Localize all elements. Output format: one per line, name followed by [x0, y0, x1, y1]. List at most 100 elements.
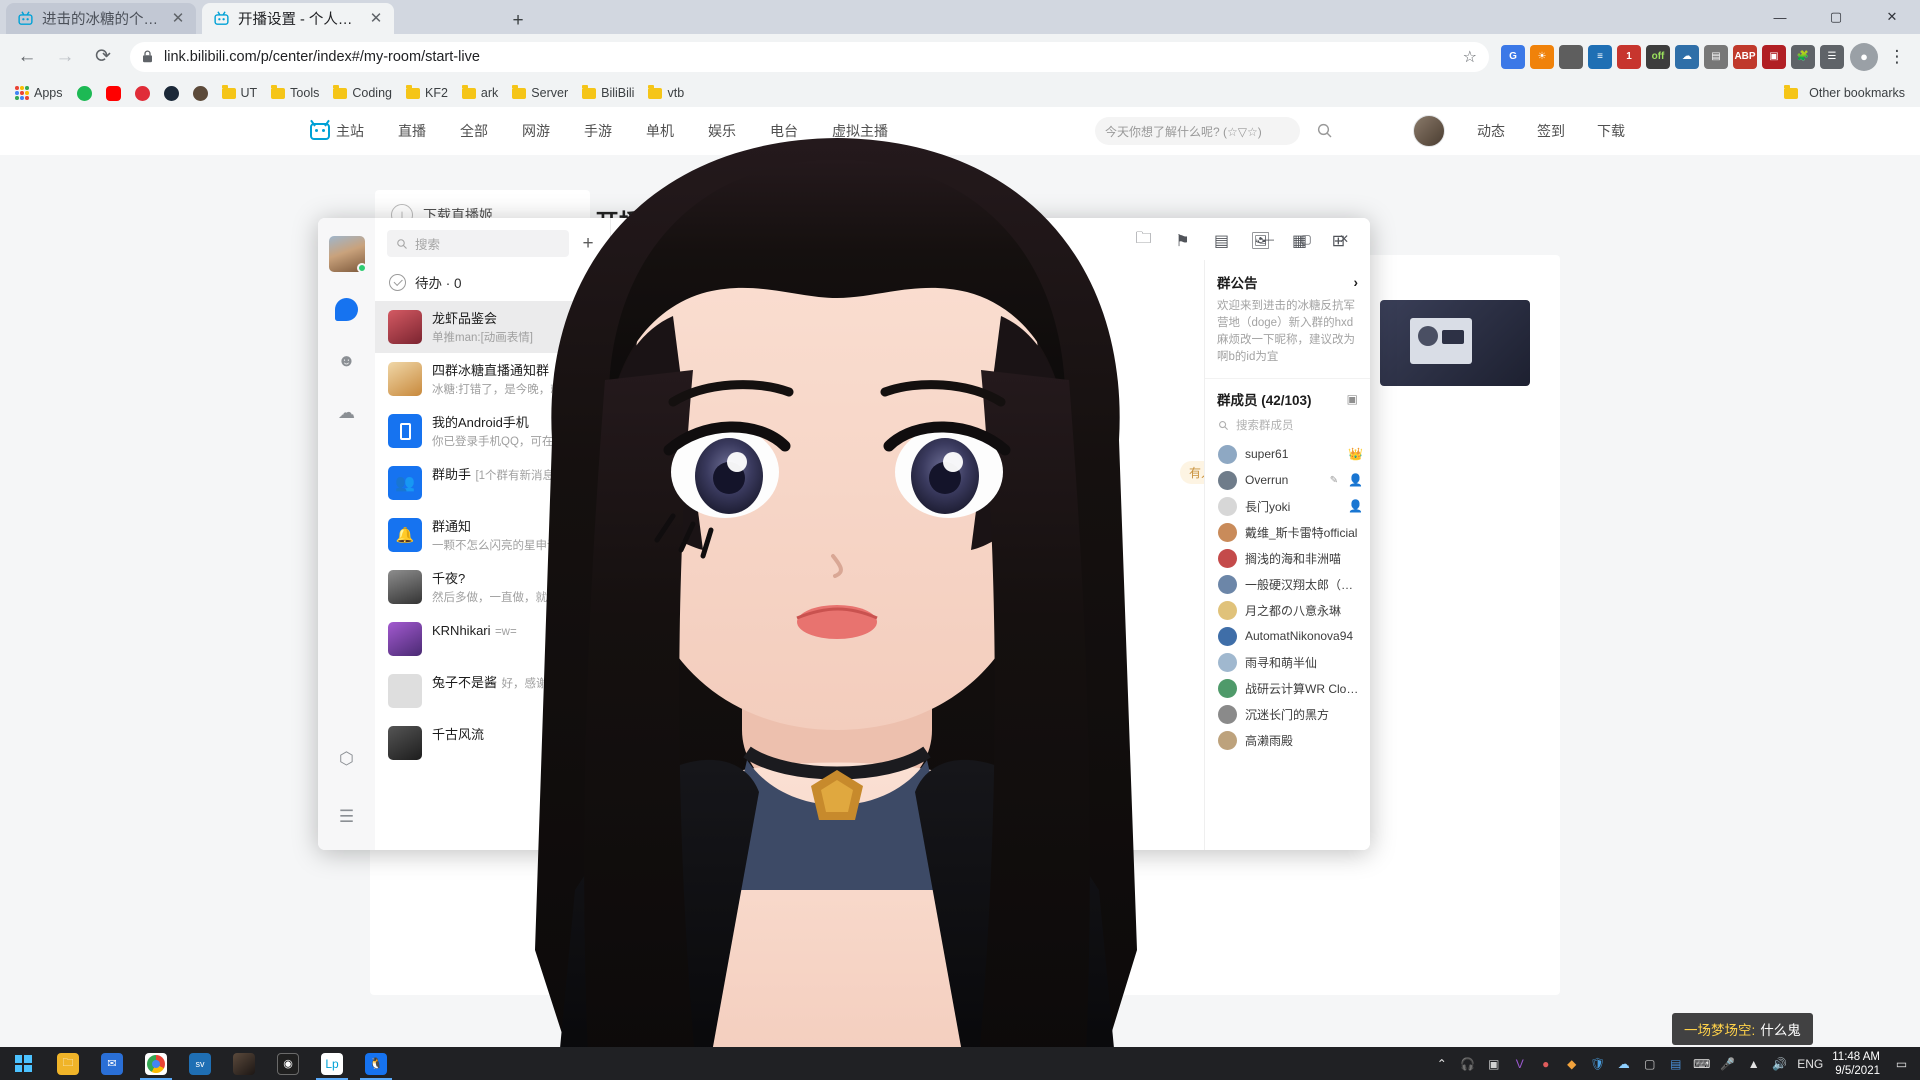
nav-right-signin[interactable]: 签到: [1537, 121, 1565, 141]
cloud-icon[interactable]: ☁: [1615, 1055, 1632, 1072]
blue-square-icon[interactable]: ▤: [1667, 1055, 1684, 1072]
qq-search-input[interactable]: 搜索: [387, 230, 569, 257]
profile-avatar[interactable]: ●: [1850, 42, 1878, 71]
gear-icon[interactable]: ⚙: [1365, 228, 1370, 253]
qq-menu-icon[interactable]: ☰: [332, 802, 362, 832]
ext-red-badge-icon[interactable]: 1: [1617, 44, 1641, 69]
taskbar-app-paint-tool[interactable]: sv: [178, 1047, 222, 1080]
member-list-item[interactable]: super61 👑: [1205, 441, 1370, 467]
chat-list-item[interactable]: 兔子不是酱 好，感谢 8-28: [375, 665, 610, 717]
tray-expand-icon[interactable]: ⌃: [1433, 1055, 1450, 1072]
qq-apps-icon[interactable]: ⬡: [332, 744, 362, 774]
apps-shortcut[interactable]: Apps: [8, 83, 70, 103]
user-avatar[interactable]: [1413, 115, 1445, 147]
chat-list-item[interactable]: 龙虾品鉴会 单推man:[动画表情] 11:47 6: [375, 301, 610, 353]
folder-icon[interactable]: 🗀: [1131, 228, 1156, 253]
nav-item-vtuber[interactable]: 虚拟主播: [832, 121, 888, 141]
puzzle-icon[interactable]: 🧩: [1791, 44, 1815, 69]
bookmark-folder-bilibili[interactable]: BiliBili: [575, 83, 641, 103]
keyboard-icon[interactable]: ⌨: [1693, 1055, 1710, 1072]
qq-contacts-icon[interactable]: ☻: [332, 346, 362, 376]
taskbar-app-bilibili-link[interactable]: Lp: [310, 1047, 354, 1080]
member-list-item[interactable]: 長门yoki 👤: [1205, 493, 1370, 519]
bookmark-steam[interactable]: [157, 83, 186, 104]
bookmark-folder-ut[interactable]: UT: [215, 83, 265, 103]
qq-cloud-icon[interactable]: ☁: [332, 398, 362, 428]
browser-tab-2[interactable]: 开播设置 - 个人中心 - bilibili link ✕: [202, 3, 394, 34]
nav-item-all[interactable]: 全部: [460, 121, 488, 141]
taskbar-app-vtuber[interactable]: [222, 1047, 266, 1080]
screen-icon[interactable]: ▣: [1485, 1055, 1502, 1072]
list-icon[interactable]: ☰: [1820, 44, 1844, 69]
nav-right-dynamic[interactable]: 动态: [1477, 121, 1505, 141]
book-icon[interactable]: ▤: [1209, 228, 1234, 253]
edit-icon[interactable]: ✎: [1328, 475, 1340, 486]
taskbar-app-obs[interactable]: ◉: [266, 1047, 310, 1080]
member-search-input[interactable]: 搜索群成员: [1205, 415, 1370, 441]
taskbar-app-mail[interactable]: ✉: [90, 1047, 134, 1080]
member-list-item[interactable]: 一般硬汉翔太郎（群老公）: [1205, 571, 1370, 597]
qq-todo-row[interactable]: 待办 · 0: [375, 267, 610, 301]
nav-item-live[interactable]: 直播: [398, 121, 426, 141]
chat-list-item[interactable]: 千古风流 8-2: [375, 717, 610, 769]
chevron-right-icon[interactable]: ›: [1354, 275, 1359, 290]
search-icon[interactable]: [1316, 122, 1334, 140]
add-box-icon[interactable]: ⊞: [1326, 228, 1351, 253]
ext-gray-icon[interactable]: [1559, 44, 1583, 69]
flag-icon[interactable]: ⚑: [1170, 228, 1195, 253]
member-list-item[interactable]: AutomatNikonova94: [1205, 623, 1370, 649]
browser-tab-2-close-icon[interactable]: ✕: [367, 10, 385, 28]
square-icon[interactable]: ▢: [1641, 1055, 1658, 1072]
ext-blue-icon[interactable]: ≡: [1588, 44, 1612, 69]
taskbar-clock[interactable]: 11:48 AM 9/5/2021: [1832, 1050, 1884, 1078]
member-list-item[interactable]: 戴维_斯卡雷特official: [1205, 519, 1370, 545]
taskbar-app-file-explorer[interactable]: 🗀: [46, 1047, 90, 1080]
member-list-item[interactable]: Overrun ✎ 👤: [1205, 467, 1370, 493]
pdf-icon[interactable]: ▣: [1762, 44, 1786, 69]
address-bar[interactable]: link.bilibili.com/p/center/index#/my-roo…: [130, 41, 1489, 72]
bookmark-folder-vtb[interactable]: vtb: [641, 83, 691, 103]
v-icon[interactable]: V: [1511, 1055, 1528, 1072]
bookmark-spotify[interactable]: [70, 83, 99, 104]
abp-icon[interactable]: ABP: [1733, 44, 1757, 69]
member-list-item[interactable]: 战研云计算WR Cloud Com…: [1205, 675, 1370, 701]
taskbar-app-qq[interactable]: 🐧: [354, 1047, 398, 1080]
reload-button[interactable]: ⟳: [86, 40, 120, 74]
member-list-item[interactable]: 沉迷长门的黑方: [1205, 701, 1370, 727]
nav-item-pcgame[interactable]: 网游: [522, 121, 550, 141]
language-indicator[interactable]: ENG: [1797, 1057, 1823, 1071]
start-button[interactable]: [0, 1047, 46, 1080]
qq-messages-icon[interactable]: [332, 294, 362, 324]
chat-list-item[interactable]: KRNhikari =w= 8-29: [375, 613, 610, 665]
bookmark-avatar[interactable]: [186, 83, 215, 104]
bookmark-folder-server[interactable]: Server: [505, 83, 575, 103]
shield-icon[interactable]: 🛡: [1589, 1055, 1606, 1072]
new-tab-button[interactable]: +: [505, 8, 531, 34]
chat-list-item[interactable]: 我的Android手机 你已登录手机QQ，可在… 11:3: [375, 405, 610, 457]
ext-square-icon[interactable]: ▤: [1704, 44, 1728, 69]
bookmark-youtube[interactable]: [99, 83, 128, 104]
bilibili-search-input[interactable]: 今天你想了解什么呢? (☆▽☆): [1095, 117, 1300, 145]
grid-icon[interactable]: ▦: [1287, 228, 1312, 253]
headset-icon[interactable]: 🎧: [1459, 1055, 1476, 1072]
browser-menu-button[interactable]: ⋮: [1884, 47, 1910, 67]
volume-icon[interactable]: 🔊: [1771, 1055, 1788, 1072]
browser-tab-1-close-icon[interactable]: ✕: [169, 10, 187, 28]
nav-item-radio[interactable]: 电台: [770, 121, 798, 141]
bookmark-folder-kf2[interactable]: KF2: [399, 83, 455, 103]
red-dot-icon[interactable]: ●: [1537, 1055, 1554, 1072]
member-manage-icon[interactable]: ▣: [1347, 392, 1358, 406]
browser-tab-1[interactable]: 进击的冰糖的个人空间 - 哔哩哔… ✕: [6, 3, 196, 34]
chat-list-item[interactable]: 👥 群助手 [1个群有新消息] 11:27: [375, 457, 610, 509]
nav-item-main[interactable]: 主站: [310, 121, 364, 141]
ext-cloud-icon[interactable]: ☁: [1675, 44, 1699, 69]
mic-icon[interactable]: 🎤: [1719, 1055, 1736, 1072]
other-bookmarks[interactable]: Other bookmarks: [1777, 83, 1912, 103]
member-list-item[interactable]: 搁浅的海和非洲喵: [1205, 545, 1370, 571]
minimize-button[interactable]: —: [1752, 0, 1808, 34]
nav-item-mobilegame[interactable]: 手游: [584, 121, 612, 141]
chat-list-item[interactable]: 🔔 群通知 一颗不怎么闪亮的星申请加… 9-3: [375, 509, 610, 561]
group-announcement-header[interactable]: 群公告 ›: [1205, 260, 1370, 298]
bookmark-todo[interactable]: [128, 83, 157, 104]
nav-right-download[interactable]: 下载: [1597, 121, 1625, 141]
